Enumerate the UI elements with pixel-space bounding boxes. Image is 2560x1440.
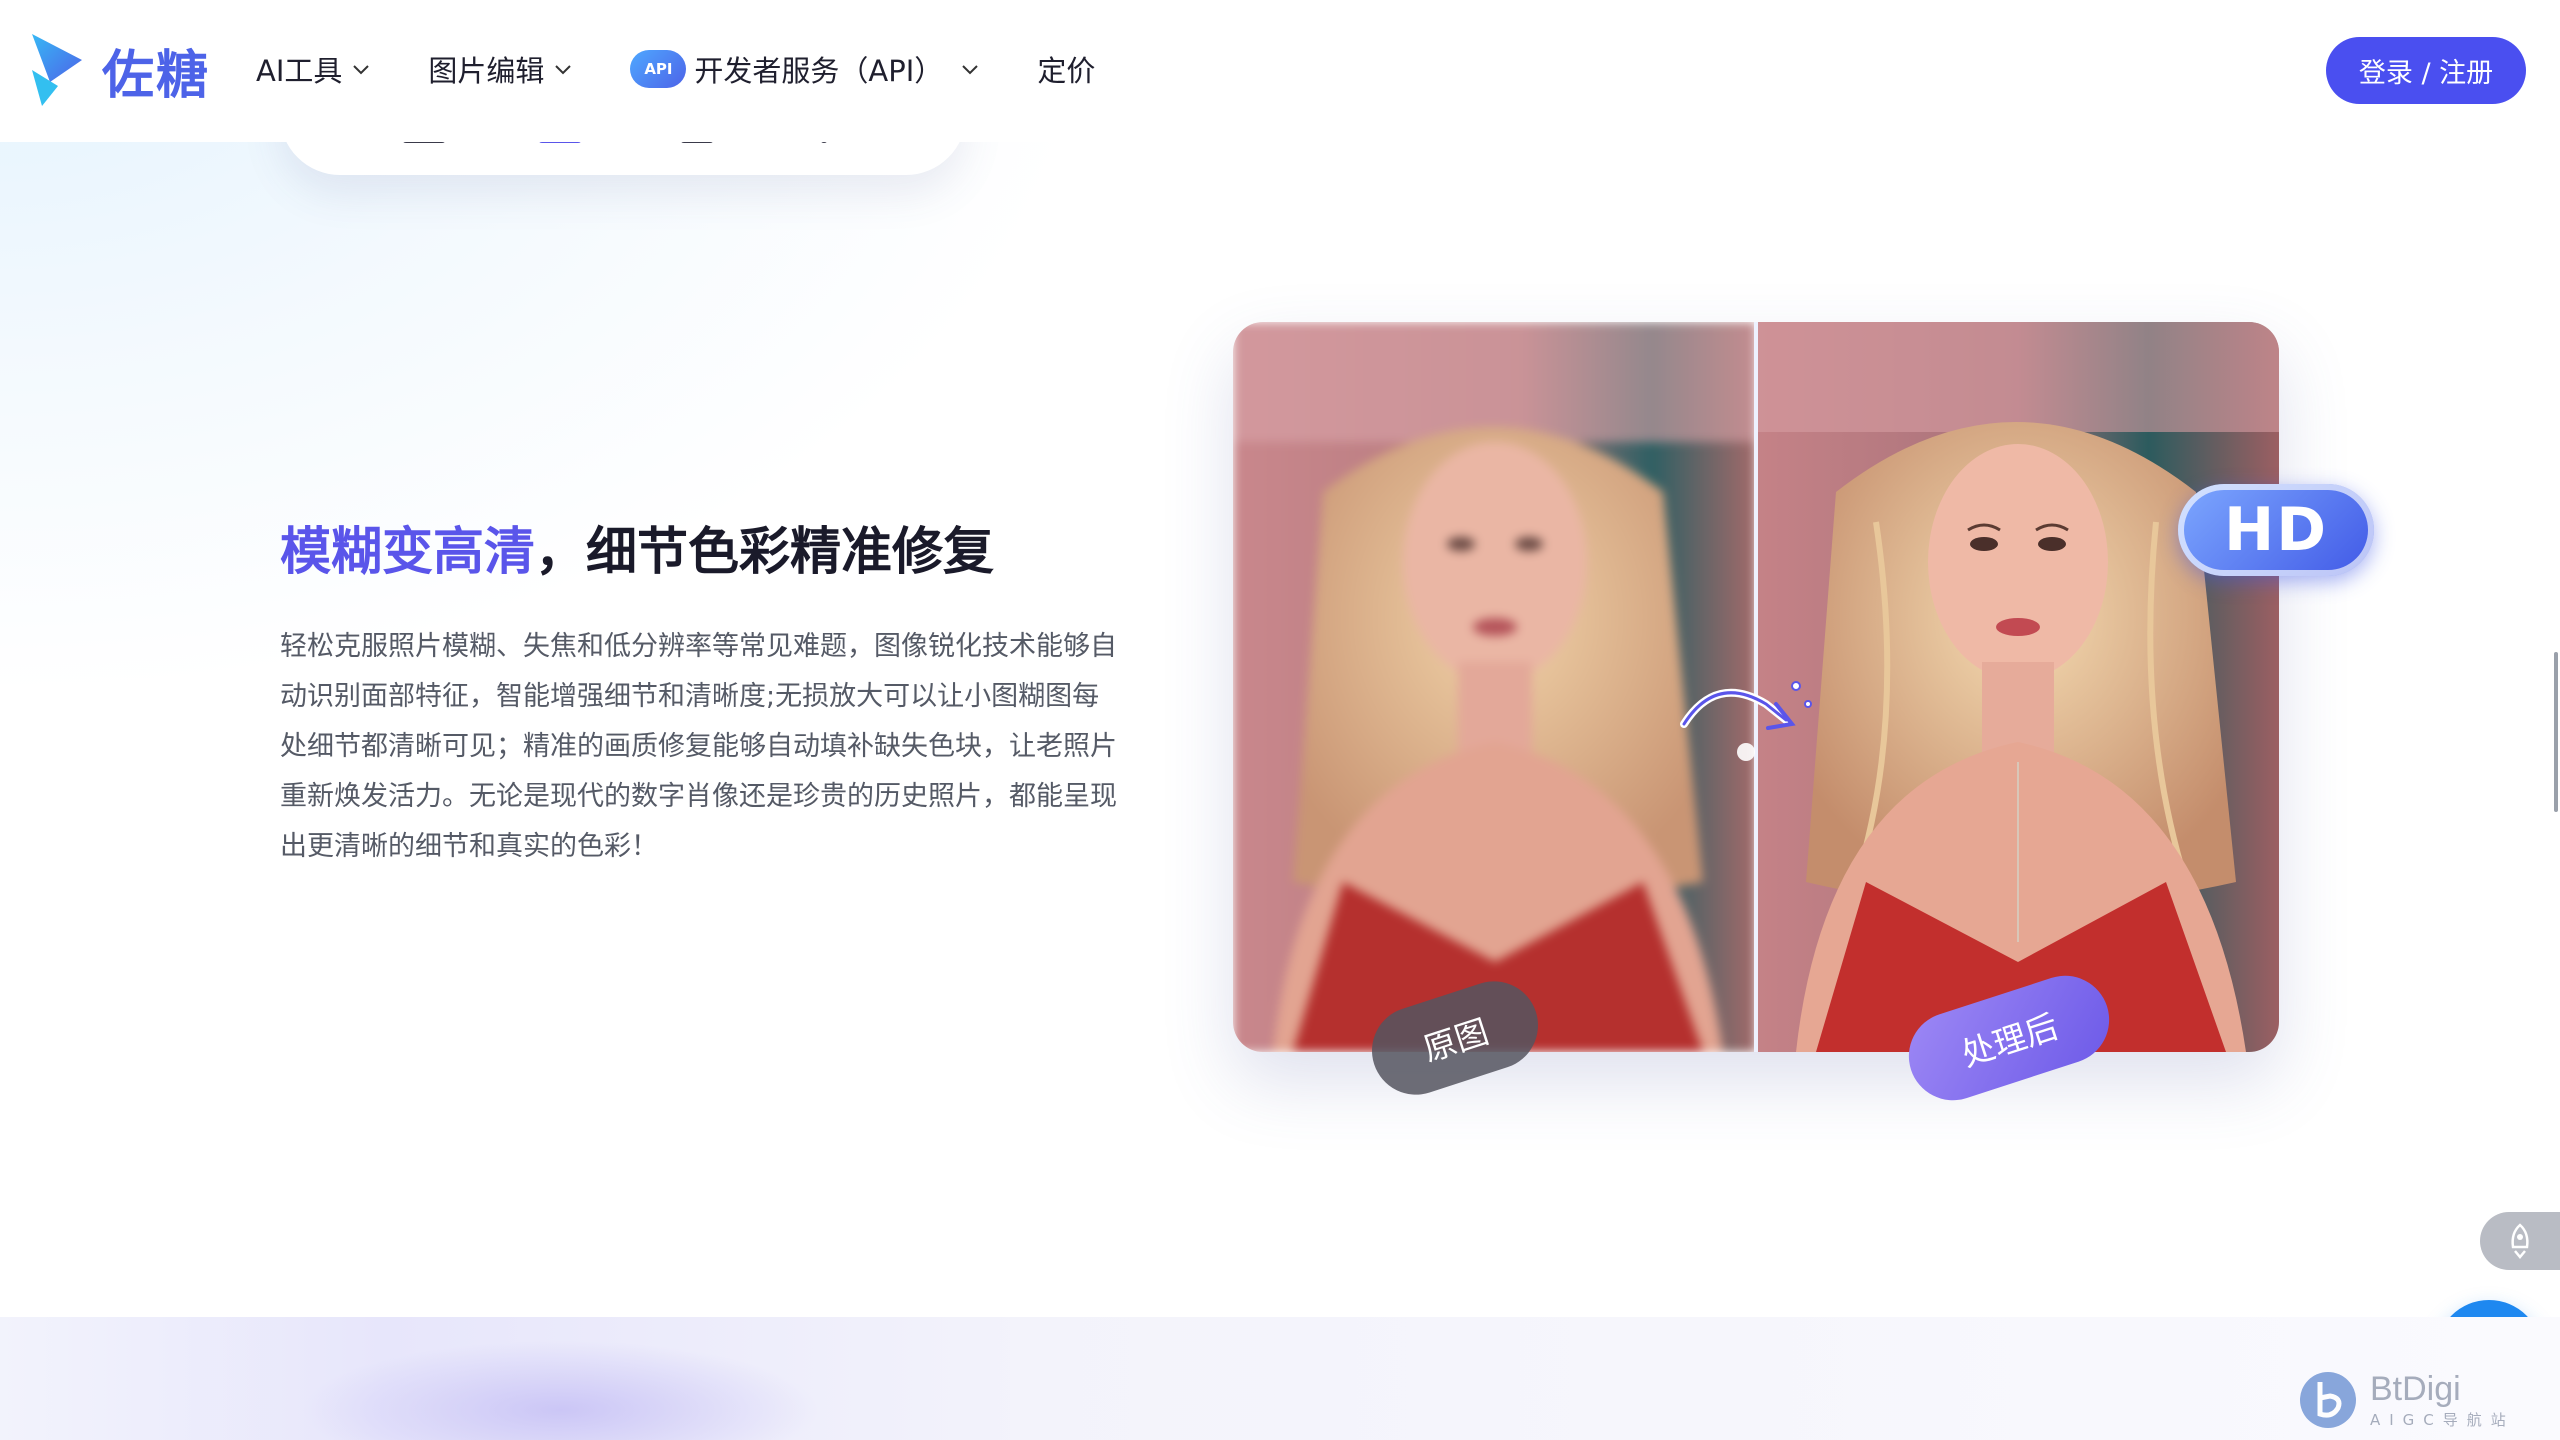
feature-description: 轻松克服照片模糊、失焦和低分辨率等常见难题，图像锐化技术能够自动识别面部特征，智… bbox=[280, 631, 1117, 862]
swap-arrow-icon bbox=[1680, 681, 1812, 761]
nav-label: 定价 bbox=[1037, 54, 1096, 88]
feature-headline: 模糊变高清，细节色彩精准修复 bbox=[280, 510, 994, 584]
headline-rest: ，细节色彩精准修复 bbox=[535, 523, 995, 582]
brand-name: 佐糖 bbox=[102, 45, 211, 106]
headline-highlight: 模糊变高清 bbox=[280, 523, 536, 582]
chevron-down-icon bbox=[962, 65, 979, 75]
nav-ai-tools[interactable]: AI工具 bbox=[256, 48, 372, 90]
processed-photo bbox=[1756, 322, 2279, 1052]
brand-logo[interactable]: 佐糖 bbox=[28, 30, 210, 110]
rocket-icon bbox=[2511, 1223, 2529, 1259]
watermark-main: BtDigi bbox=[2370, 1370, 2461, 1408]
watermark-sub: AIGC导航站 bbox=[2370, 1411, 2515, 1429]
watermark-logo-icon bbox=[2300, 1372, 2356, 1428]
nav-label: 图片编辑 bbox=[428, 54, 545, 88]
bottom-glow bbox=[300, 1340, 820, 1440]
main-nav: AI工具 图片编辑 API 开发者服务（API） 定价 bbox=[256, 48, 1151, 90]
page-scrollbar[interactable] bbox=[2554, 652, 2558, 812]
login-register-button[interactable]: 登录 / 注册 bbox=[2326, 37, 2526, 104]
nav-label: AI工具 bbox=[256, 54, 343, 88]
nav-image-edit[interactable]: 图片编辑 bbox=[428, 48, 574, 90]
nav-pricing[interactable]: 定价 bbox=[1037, 48, 1095, 90]
logo-mark-icon bbox=[32, 34, 82, 106]
watermark: BtDigi AIGC导航站 bbox=[2296, 1368, 2515, 1432]
api-cloud-icon: API bbox=[630, 50, 687, 88]
chevron-down-icon bbox=[353, 65, 370, 75]
chevron-down-icon bbox=[555, 65, 572, 75]
back-to-top-button[interactable] bbox=[2480, 1212, 2560, 1270]
nav-label: 开发者服务（API） bbox=[694, 54, 944, 88]
nav-developer-api[interactable]: API 开发者服务（API） bbox=[630, 48, 981, 90]
hd-badge: HD bbox=[2178, 484, 2374, 576]
